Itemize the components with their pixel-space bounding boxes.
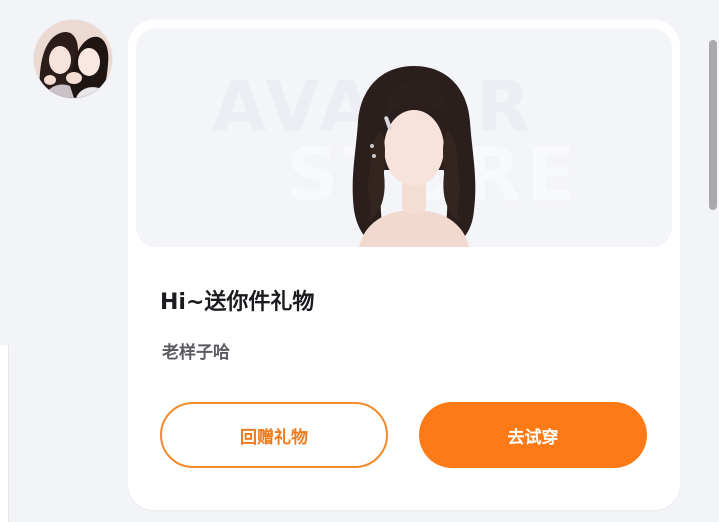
gift-subtitle: 老样子哈 [162,343,230,363]
gift-banner: AVATAR STORE [136,28,672,247]
page: AVATAR STORE [0,0,719,522]
return-gift-button[interactable]: 回赠礼物 [160,402,388,468]
gift-title: Hi~送你件礼物 [160,290,315,315]
left-edge-panel [0,345,9,522]
user-avatar-photo-icon [34,20,112,98]
hairstyle-illustration-icon [352,66,476,247]
try-on-button[interactable]: 去试穿 [419,402,647,468]
user-avatar[interactable] [34,20,112,98]
gift-card: AVATAR STORE [128,20,680,510]
scrollbar-thumb[interactable] [709,40,717,210]
